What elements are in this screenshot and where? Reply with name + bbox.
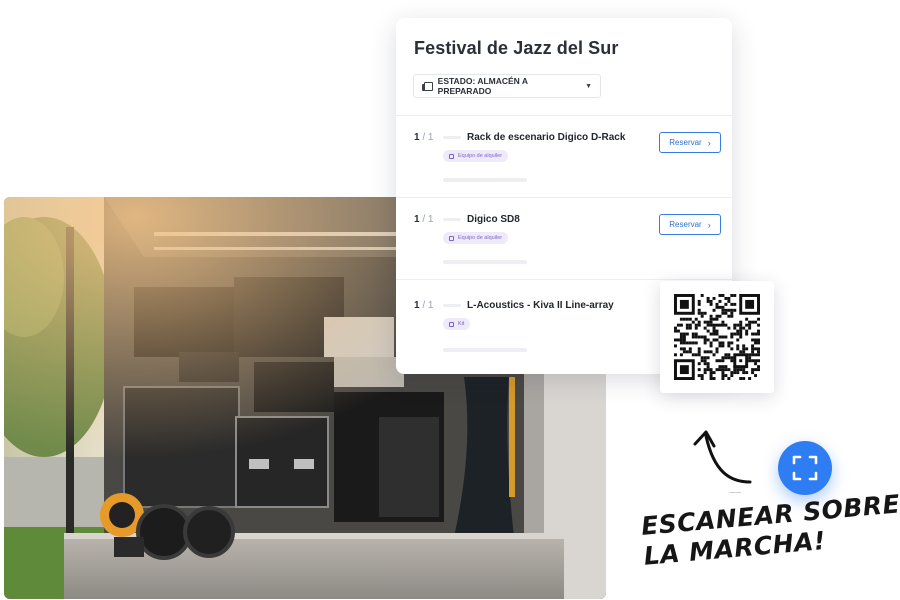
reserve-button[interactable]: Reservar ›	[659, 214, 721, 235]
scan-button[interactable]	[778, 441, 832, 495]
item-name: L-Acoustics - Kiva II Line-array	[467, 300, 614, 311]
placeholder-bar	[443, 218, 461, 221]
qr-code	[674, 294, 760, 380]
reserve-button[interactable]: Reservar ›	[659, 132, 721, 153]
placeholder-bar	[443, 304, 461, 307]
scan-frame-icon	[792, 455, 818, 481]
rental-icon	[449, 153, 454, 159]
placeholder-bar	[443, 136, 461, 139]
item-tag: Kit	[443, 318, 471, 330]
qr-card	[660, 281, 774, 393]
caret-down-icon: ▼	[585, 82, 592, 90]
curved-arrow-icon	[693, 430, 752, 484]
item-quantity: 1 / 1	[414, 132, 434, 143]
status-select[interactable]: ESTADO: ALMACÉN A PREPARADO ▼	[413, 74, 601, 98]
item-quantity: 1 / 1	[414, 300, 434, 311]
divider	[729, 492, 741, 493]
item-name: Digico SD8	[467, 214, 520, 225]
item-name: Rack de escenario Digico D-Rack	[467, 132, 626, 143]
item-quantity: 1 / 1	[414, 214, 434, 225]
chevron-right-icon: ›	[707, 137, 711, 148]
slogan: ESCANEAR SOBRE LA MARCHA!	[640, 489, 900, 571]
placeholder-bar	[443, 348, 527, 352]
event-title: Festival de Jazz del Sur	[414, 38, 619, 58]
list-item: 1 / 1 Digico SD8 Equipo de alquiler Rese…	[396, 197, 732, 279]
placeholder-bar	[443, 260, 527, 264]
kit-icon	[449, 321, 454, 327]
item-tag: Equipo de alquiler	[443, 150, 509, 162]
stack-icon	[422, 81, 433, 91]
rental-icon	[449, 235, 454, 241]
chevron-right-icon: ›	[707, 219, 711, 230]
placeholder-bar	[443, 178, 527, 182]
list-item: 1 / 1 Rack de escenario Digico D-Rack Eq…	[396, 115, 732, 197]
item-tag: Equipo de alquiler	[443, 232, 509, 244]
status-select-label: ESTADO: ALMACÉN A PREPARADO	[437, 76, 528, 96]
